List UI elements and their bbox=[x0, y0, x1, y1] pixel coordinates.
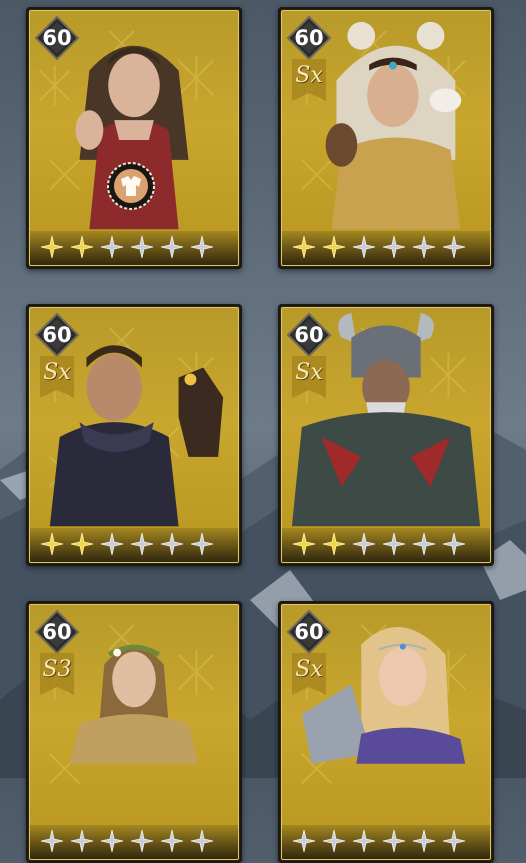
rank-banner: Sx bbox=[290, 59, 328, 105]
star-bar bbox=[282, 231, 490, 265]
level-badge: 60 bbox=[286, 312, 332, 358]
star-icon bbox=[442, 235, 466, 259]
star-icon bbox=[130, 235, 154, 259]
hero-card-1[interactable]: 60 bbox=[26, 7, 242, 269]
rank-value: Sx bbox=[295, 63, 323, 88]
rank-banner: Sx bbox=[290, 356, 328, 402]
star-icon bbox=[352, 829, 376, 853]
star-icon bbox=[352, 532, 376, 556]
star-icon bbox=[100, 532, 124, 556]
star-row bbox=[292, 829, 466, 853]
star-bar bbox=[30, 231, 238, 265]
star-icon bbox=[160, 532, 184, 556]
level-badge: 60 bbox=[34, 15, 80, 61]
star-row bbox=[292, 235, 466, 259]
star-icon bbox=[190, 829, 214, 853]
star-bar bbox=[282, 825, 490, 859]
star-icon bbox=[40, 235, 64, 259]
hero-card-2[interactable]: 60 Sx bbox=[278, 7, 494, 269]
star-icon bbox=[190, 532, 214, 556]
star-icon bbox=[40, 532, 64, 556]
star-row bbox=[40, 235, 214, 259]
level-badge: 60 bbox=[34, 312, 80, 358]
star-bar bbox=[30, 825, 238, 859]
level-value: 60 bbox=[42, 323, 72, 347]
level-badge: 60 bbox=[34, 609, 80, 655]
star-icon bbox=[160, 235, 184, 259]
star-row bbox=[292, 532, 466, 556]
star-icon bbox=[412, 829, 436, 853]
level-value: 60 bbox=[42, 620, 72, 644]
rank-value: Sx bbox=[295, 360, 323, 385]
level-value: 60 bbox=[294, 323, 324, 347]
star-icon bbox=[292, 532, 316, 556]
level-badge: 60 bbox=[286, 15, 332, 61]
star-icon bbox=[382, 532, 406, 556]
level-value: 60 bbox=[294, 26, 324, 50]
star-icon bbox=[382, 829, 406, 853]
rank-banner: S3 bbox=[38, 653, 76, 699]
rank-banner: Sx bbox=[290, 653, 328, 699]
star-icon bbox=[322, 532, 346, 556]
rank-value: Sx bbox=[43, 360, 71, 385]
armor-skill-icon[interactable] bbox=[106, 161, 156, 211]
star-row bbox=[40, 829, 214, 853]
star-icon bbox=[70, 532, 94, 556]
hero-card-6[interactable]: 60 Sx bbox=[278, 601, 494, 863]
star-icon bbox=[442, 829, 466, 853]
star-icon bbox=[100, 235, 124, 259]
rank-banner: Sx bbox=[38, 356, 76, 402]
star-icon bbox=[352, 235, 376, 259]
star-icon bbox=[292, 235, 316, 259]
star-icon bbox=[40, 829, 64, 853]
star-icon bbox=[100, 829, 124, 853]
level-value: 60 bbox=[294, 620, 324, 644]
star-icon bbox=[70, 235, 94, 259]
star-icon bbox=[412, 235, 436, 259]
rank-value: Sx bbox=[295, 657, 323, 682]
rank-value: S3 bbox=[42, 657, 72, 682]
level-badge: 60 bbox=[286, 609, 332, 655]
star-icon bbox=[322, 235, 346, 259]
star-icon bbox=[160, 829, 184, 853]
star-icon bbox=[190, 235, 214, 259]
star-icon bbox=[130, 532, 154, 556]
star-icon bbox=[412, 532, 436, 556]
hero-card-5[interactable]: 60 S3 bbox=[26, 601, 242, 863]
star-icon bbox=[70, 829, 94, 853]
star-icon bbox=[382, 235, 406, 259]
star-icon bbox=[442, 532, 466, 556]
hero-card-3[interactable]: 60 Sx bbox=[26, 304, 242, 566]
level-value: 60 bbox=[42, 26, 72, 50]
star-bar bbox=[282, 528, 490, 562]
star-bar bbox=[30, 528, 238, 562]
hero-card-4[interactable]: 60 Sx bbox=[278, 304, 494, 566]
star-icon bbox=[322, 829, 346, 853]
star-icon bbox=[292, 829, 316, 853]
star-icon bbox=[130, 829, 154, 853]
star-row bbox=[40, 532, 214, 556]
